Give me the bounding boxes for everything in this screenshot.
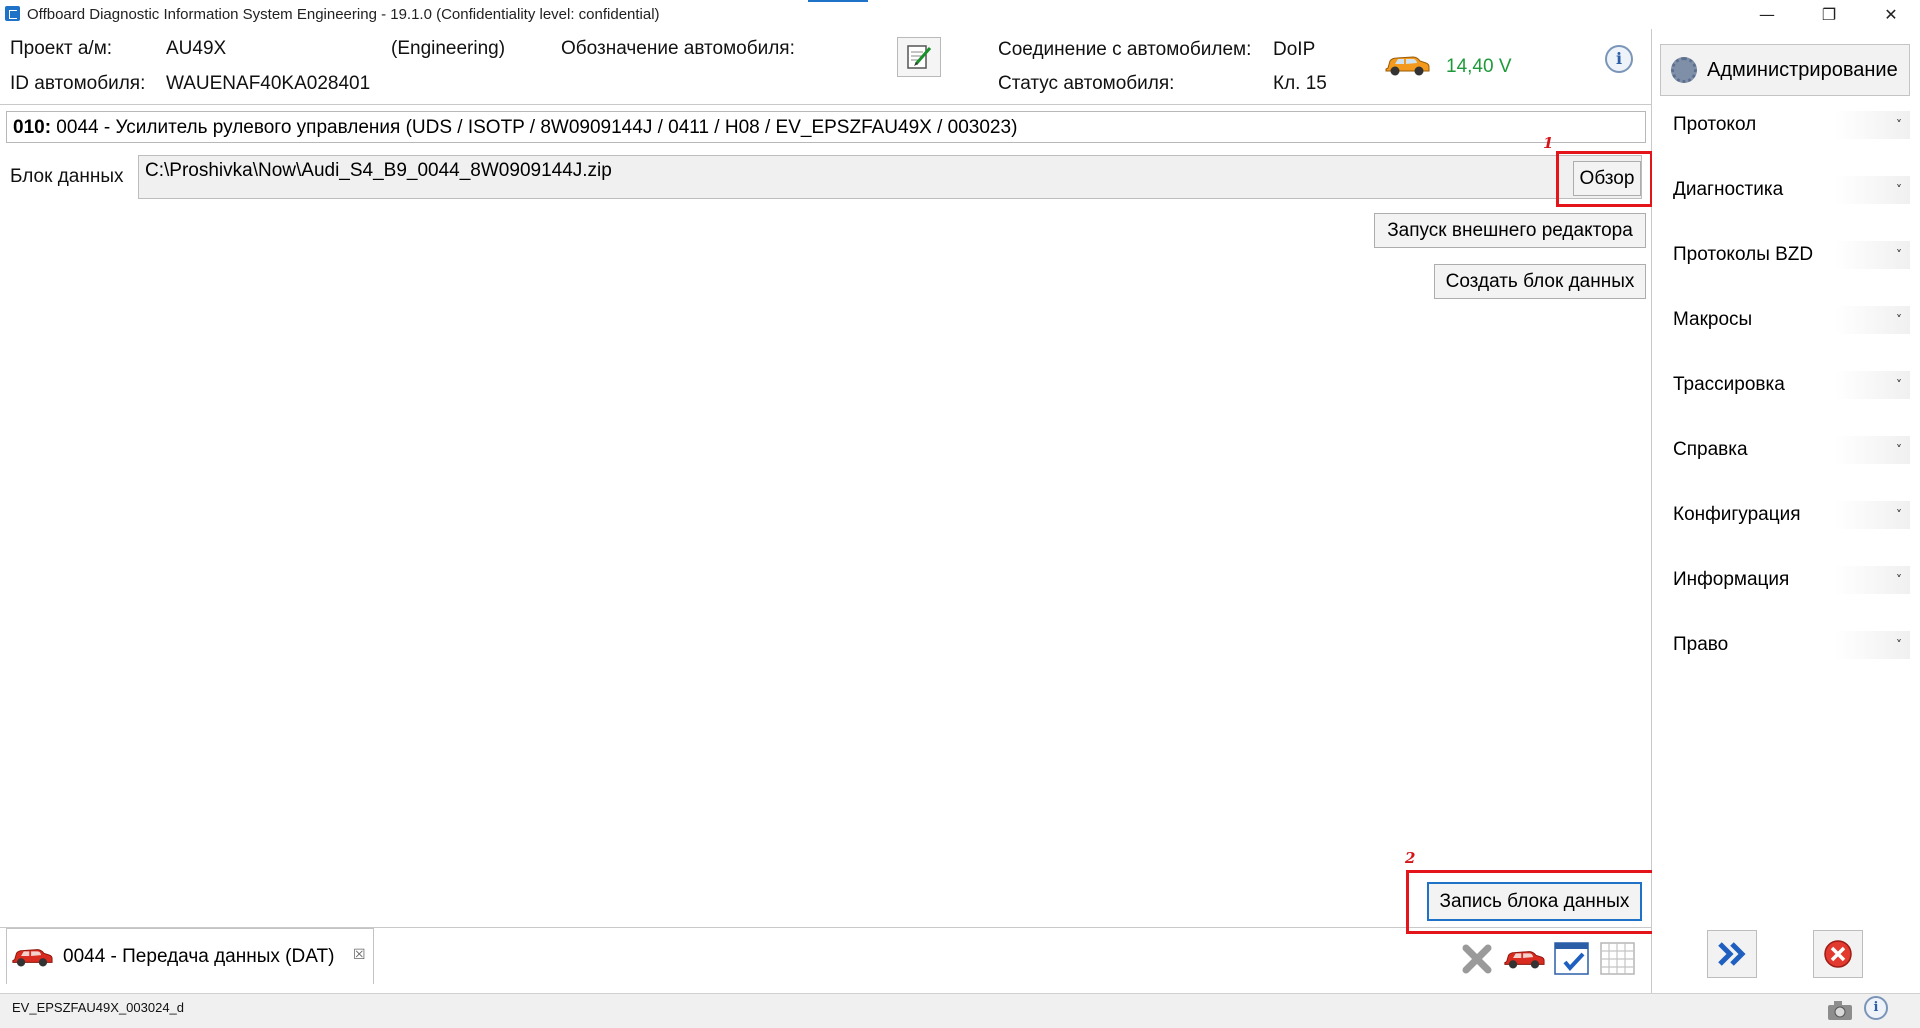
write-data-block-button[interactable]: Запись блока данных xyxy=(1427,882,1642,921)
header-separator xyxy=(0,104,1652,105)
vehicle-status-label: Статус автомобиля: xyxy=(998,73,1175,94)
project-mode: (Engineering) xyxy=(391,38,506,59)
close-button[interactable]: ✕ xyxy=(1868,0,1914,29)
external-editor-button[interactable]: Запуск внешнего редактора xyxy=(1374,213,1646,248)
sidebar-item-protocol[interactable]: Протокол ˅ xyxy=(1660,111,1910,139)
edit-designation-button[interactable] xyxy=(897,37,941,77)
chevron-down-icon: ˅ xyxy=(1896,183,1902,197)
window-title: Offboard Diagnostic Information System E… xyxy=(27,6,660,23)
checklist-window-icon[interactable] xyxy=(1553,941,1591,977)
gear-icon xyxy=(1671,57,1697,83)
sidebar-item-bzd-protocols[interactable]: Протоколы BZD ˅ xyxy=(1660,241,1910,269)
double-chevron-right-icon xyxy=(1718,942,1746,966)
chevron-down-icon: ˅ xyxy=(1896,508,1902,522)
chevron-down-icon: ˅ xyxy=(1896,378,1902,392)
sidebar-item-label: Диагностика xyxy=(1673,179,1784,200)
create-data-block-button[interactable]: Создать блок данных xyxy=(1434,264,1646,299)
vehicle-status-value: Кл. 15 xyxy=(1273,73,1327,94)
tab-label: 0044 - Передача данных (DAT) xyxy=(63,946,335,967)
exit-button[interactable] xyxy=(1813,930,1863,978)
sidebar-item-label: Трассировка xyxy=(1673,374,1785,395)
ecu-info-box: 010: 0044 - Усилитель рулевого управлени… xyxy=(6,111,1646,143)
close-circle-icon xyxy=(1824,940,1852,968)
sidebar-item-label: Протоколы BZD xyxy=(1673,244,1814,265)
chevron-down-icon: ˅ xyxy=(1896,638,1902,652)
sidebar-item-configuration[interactable]: Конфигурация ˅ xyxy=(1660,501,1910,529)
status-text: EV_EPSZFAU49X_003024_d xyxy=(12,1000,185,1015)
annotation-marker-2: 2 xyxy=(1405,849,1416,867)
sidebar-item-diagnostics[interactable]: Диагностика ˅ xyxy=(1660,176,1910,204)
tab-close-icon[interactable]: ☒ xyxy=(353,946,366,963)
annotation-marker-1: 1 xyxy=(1543,134,1554,152)
connection-label: Соединение с автомобилем: xyxy=(998,39,1252,60)
sidebar-item-label: Право xyxy=(1673,634,1729,655)
sidebar-item-information[interactable]: Информация ˅ xyxy=(1660,566,1910,594)
data-block-label: Блок данных xyxy=(10,166,124,187)
title-bar: Offboard Diagnostic Information System E… xyxy=(0,0,1920,29)
administration-button[interactable]: Администрирование xyxy=(1660,44,1910,96)
data-block-path-field[interactable]: C:\Proshivka\Now\Audi_S4_B9_0044_8W09091… xyxy=(138,155,1642,199)
sidebar-item-label: Протокол xyxy=(1673,114,1757,135)
administration-label: Администрирование xyxy=(1707,59,1898,81)
battery-voltage: 14,40 V xyxy=(1446,56,1512,77)
vehicle-icon[interactable] xyxy=(1503,944,1545,972)
forward-button[interactable] xyxy=(1707,930,1757,978)
restore-button[interactable]: ❐ xyxy=(1806,0,1852,29)
connection-value: DoIP xyxy=(1273,39,1316,60)
chevron-down-icon: ˅ xyxy=(1896,118,1902,132)
camera-icon[interactable] xyxy=(1826,998,1854,1022)
sidebar-item-label: Конфигурация xyxy=(1673,504,1801,525)
minimize-button[interactable]: — xyxy=(1744,0,1790,29)
chevron-down-icon: ˅ xyxy=(1896,573,1902,587)
chevron-down-icon: ˅ xyxy=(1896,313,1902,327)
project-label: Проект а/м: xyxy=(10,38,113,59)
vehicle-id-label: ID автомобиля: xyxy=(10,73,146,94)
ecu-description: 0044 - Усилитель рулевого управления (UD… xyxy=(51,117,1018,138)
tab-car-icon xyxy=(12,949,53,967)
grid-table-icon[interactable] xyxy=(1599,941,1637,977)
ecu-address: 010: xyxy=(13,117,52,138)
designation-label: Обозначение автомобиля: xyxy=(561,38,795,59)
app-icon xyxy=(5,6,20,21)
status-bar xyxy=(0,993,1920,1028)
sidebar-item-macros[interactable]: Макросы ˅ xyxy=(1660,306,1910,334)
project-value: AU49X xyxy=(166,38,227,59)
sidebar-item-label: Справка xyxy=(1673,439,1748,460)
sidebar-item-label: Макросы xyxy=(1673,309,1753,330)
title-accent xyxy=(808,0,868,2)
info-icon[interactable]: i xyxy=(1605,45,1633,73)
vehicle-id-value: WAUENAF40KA028401 xyxy=(166,73,371,94)
chevron-down-icon: ˅ xyxy=(1896,443,1902,457)
status-info-icon[interactable]: i xyxy=(1864,996,1888,1020)
notepad-pencil-icon xyxy=(907,45,932,69)
chevron-down-icon: ˅ xyxy=(1896,248,1902,262)
sidebar-item-label: Информация xyxy=(1673,569,1790,590)
disconnect-icon[interactable] xyxy=(1459,941,1495,977)
browse-button[interactable]: Обзор xyxy=(1573,161,1641,196)
vehicle-car-icon xyxy=(1385,56,1430,76)
sidebar-item-tracing[interactable]: Трассировка ˅ xyxy=(1660,371,1910,399)
sidebar-item-legal[interactable]: Право ˅ xyxy=(1660,631,1910,659)
tab-data-transfer[interactable]: 0044 - Передача данных (DAT) ☒ xyxy=(6,928,374,984)
sidebar-item-help[interactable]: Справка ˅ xyxy=(1660,436,1910,464)
